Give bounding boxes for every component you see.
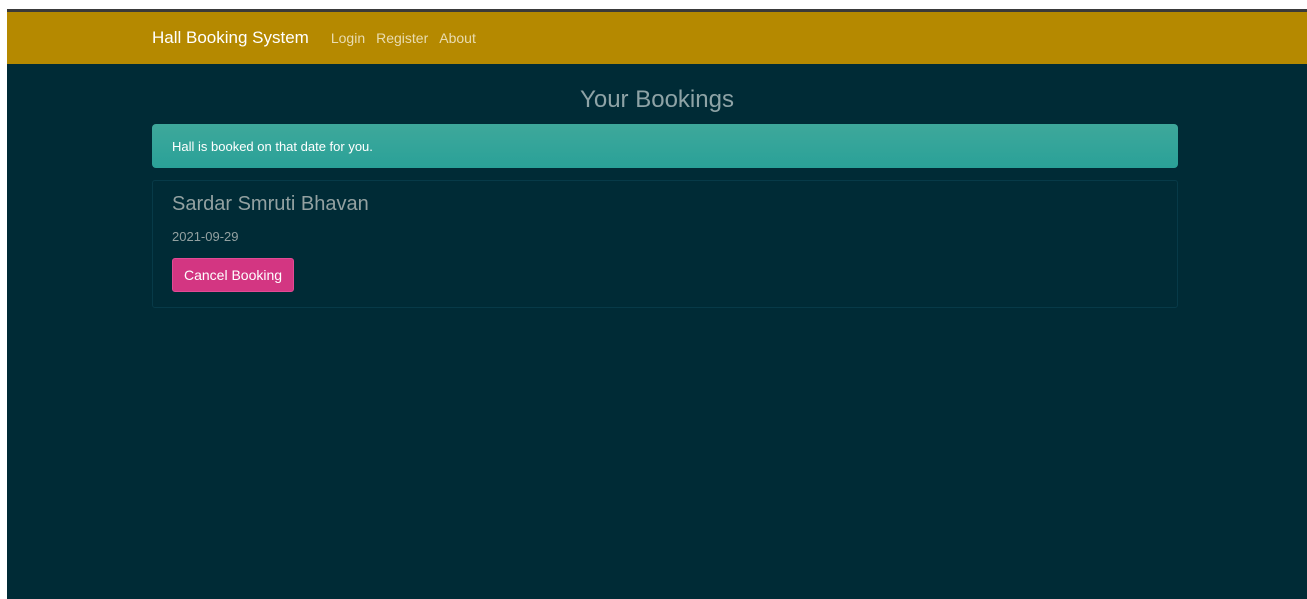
nav-login-link[interactable]: Login bbox=[331, 30, 365, 46]
app-frame: Hall Booking System Login Register About… bbox=[7, 9, 1307, 599]
nav-about-link[interactable]: About bbox=[439, 30, 476, 46]
nav-register-link[interactable]: Register bbox=[376, 30, 428, 46]
booking-card: Sardar Smruti Bhavan 2021-09-29 Cancel B… bbox=[152, 180, 1178, 308]
top-navbar: Hall Booking System Login Register About bbox=[7, 12, 1307, 64]
booking-date: 2021-09-29 bbox=[172, 229, 239, 244]
page-title: Your Bookings bbox=[580, 86, 734, 113]
cancel-booking-button[interactable]: Cancel Booking bbox=[172, 258, 295, 292]
booking-hall-name: Sardar Smruti Bhavan bbox=[172, 193, 369, 215]
brand-link[interactable]: Hall Booking System bbox=[152, 28, 309, 48]
success-alert: Hall is booked on that date for you. bbox=[152, 124, 1178, 168]
